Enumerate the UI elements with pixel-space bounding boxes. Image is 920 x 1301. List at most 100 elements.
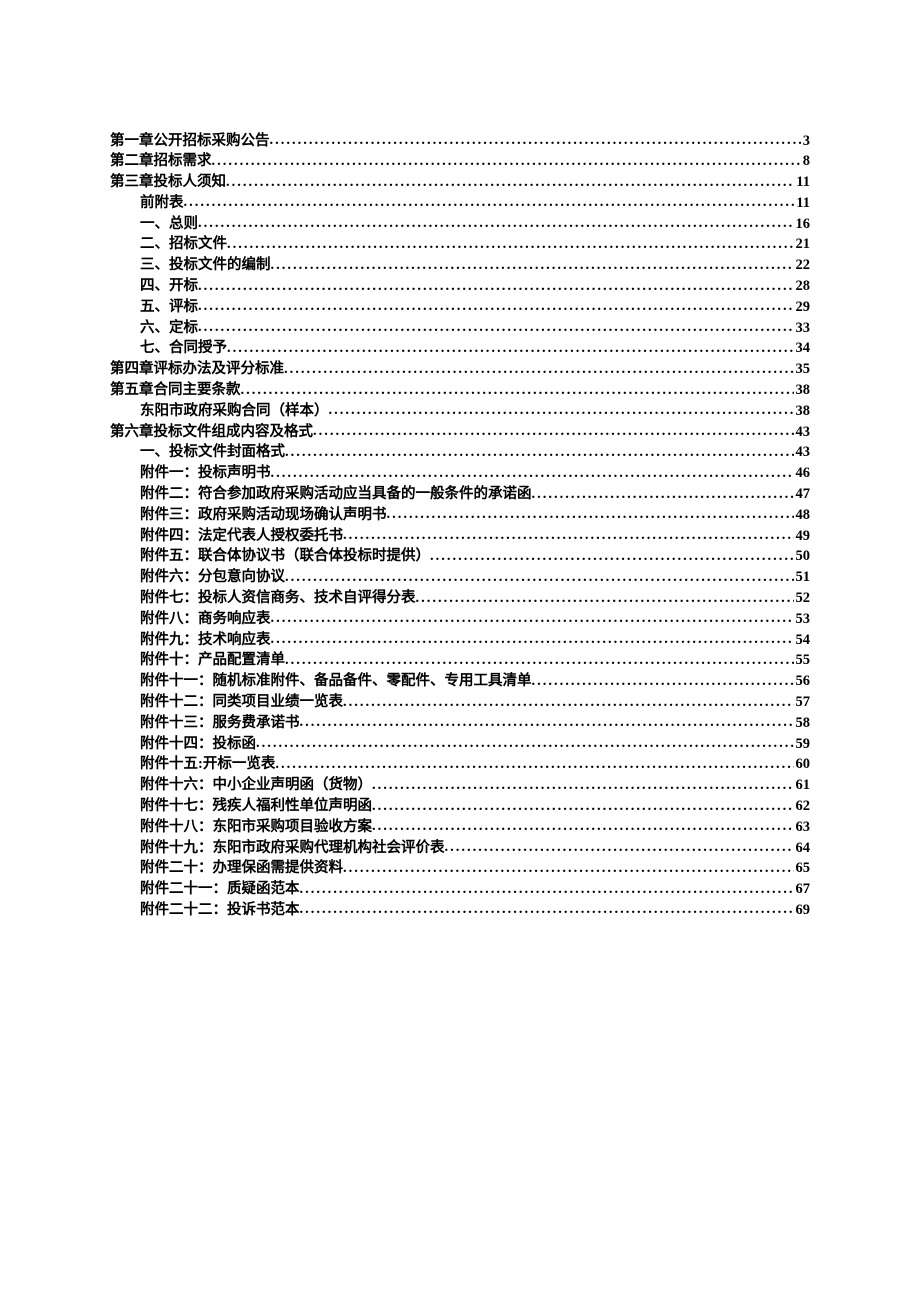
toc-entry-label: 五、评标 bbox=[140, 297, 198, 317]
toc-entry: 附件三：政府采购活动现场确认声明书48 bbox=[110, 504, 810, 525]
toc-leader-dots bbox=[300, 712, 794, 727]
toc-entry: 附件十：产品配置清单 55 bbox=[110, 650, 810, 671]
toc-entry-page: 43 bbox=[794, 422, 811, 442]
toc-entry: 七、合同授予34 bbox=[110, 338, 810, 359]
toc-entry: 附件二：符合参加政府采购活动应当具备的一般条件的承诺函47 bbox=[110, 484, 810, 505]
toc-entry-page: 29 bbox=[794, 297, 811, 317]
toc-entry: 附件一：投标声明书46 bbox=[110, 463, 810, 484]
toc-leader-dots bbox=[285, 650, 794, 665]
toc-entry-label: 附件十五:开标一览表 bbox=[140, 754, 275, 774]
toc-leader-dots bbox=[241, 380, 794, 395]
toc-entry-label: 第一章公开招标采购公告 bbox=[110, 131, 270, 151]
toc-entry-label: 四、开标 bbox=[140, 276, 198, 296]
toc-entry-page: 53 bbox=[794, 609, 811, 629]
toc-entry-page: 62 bbox=[794, 796, 811, 816]
toc-leader-dots bbox=[275, 754, 793, 769]
toc-entry: 附件十六：中小企业声明函（货物） 61 bbox=[110, 775, 810, 796]
toc-entry: 附件十二：同类项目业绩一览表 57 bbox=[110, 692, 810, 713]
toc-leader-dots bbox=[372, 775, 794, 790]
toc-entry-label: 附件二：符合参加政府采购活动应当具备的一般条件的承诺函 bbox=[140, 484, 532, 504]
toc-leader-dots bbox=[372, 816, 794, 831]
toc-leader-dots bbox=[430, 546, 794, 561]
toc-entry: 附件八：商务响应表 53 bbox=[110, 608, 810, 629]
toc-entry-page: 58 bbox=[794, 713, 811, 733]
toc-entry: 四、开标 28 bbox=[110, 276, 810, 297]
toc-entry-label: 附件四：法定代表人授权委托书 bbox=[140, 526, 343, 546]
toc-entry: 附件十四：投标函 59 bbox=[110, 733, 810, 754]
toc-leader-dots bbox=[284, 359, 794, 374]
toc-entry-label: 附件六：分包意向协议 bbox=[140, 567, 285, 587]
toc-entry-label: 三、投标文件的编制 bbox=[140, 255, 271, 275]
toc-leader-dots bbox=[227, 234, 794, 249]
toc-entry: 附件十八：东阳市采购项目验收方案63 bbox=[110, 816, 810, 837]
toc-entry-label: 第六章投标文件组成内容及格式 bbox=[110, 422, 313, 442]
toc-entry: 一、投标文件封面格式43 bbox=[110, 442, 810, 463]
toc-leader-dots bbox=[271, 608, 794, 623]
toc-leader-dots bbox=[532, 484, 794, 499]
toc-entry-page: 21 bbox=[794, 234, 811, 254]
toc-leader-dots bbox=[198, 213, 794, 228]
toc-entry: 第五章合同主要条款38 bbox=[110, 380, 810, 401]
toc-entry-page: 60 bbox=[794, 754, 811, 774]
toc-entry: 第三章投标人须知11 bbox=[110, 172, 810, 193]
toc-entry-label: 附件十：产品配置清单 bbox=[140, 650, 285, 670]
toc-entry-label: 第四章评标办法及评分标准 bbox=[110, 359, 284, 379]
toc-leader-dots bbox=[343, 525, 794, 540]
toc-entry: 附件二十一：质疑函范本67 bbox=[110, 879, 810, 900]
toc-leader-dots bbox=[285, 567, 794, 582]
toc-entry-page: 3 bbox=[801, 131, 810, 151]
toc-entry-page: 43 bbox=[794, 442, 811, 462]
toc-entry: 附件十七：残疾人福利性单位声明函62 bbox=[110, 796, 810, 817]
toc-entry: 附件十五:开标一览表 60 bbox=[110, 754, 810, 775]
toc-entry: 一、总则16 bbox=[110, 213, 810, 234]
toc-entry: 第二章招标需求8 bbox=[110, 151, 810, 172]
toc-entry-label: 附件九：技术响应表 bbox=[140, 630, 271, 650]
toc-entry-label: 附件十六：中小企业声明函（货物） bbox=[140, 775, 372, 795]
toc-entry-label: 附件十九：东阳市政府采购代理机构社会评价表 bbox=[140, 838, 445, 858]
toc-entry: 前附表11 bbox=[110, 192, 810, 213]
toc-entry-page: 57 bbox=[794, 692, 811, 712]
toc-entry-page: 49 bbox=[794, 526, 811, 546]
toc-entry: 附件九：技术响应表 54 bbox=[110, 629, 810, 650]
toc-entry: 第一章公开招标采购公告 3 bbox=[110, 130, 810, 151]
toc-entry-page: 55 bbox=[794, 650, 811, 670]
toc-entry-page: 33 bbox=[794, 318, 811, 338]
toc-entry-page: 34 bbox=[794, 338, 811, 358]
toc-entry: 六、定标33 bbox=[110, 317, 810, 338]
toc-entry-page: 52 bbox=[794, 588, 811, 608]
toc-entry-page: 51 bbox=[794, 567, 811, 587]
toc-entry-label: 附件十二：同类项目业绩一览表 bbox=[140, 692, 343, 712]
toc-leader-dots bbox=[227, 338, 794, 353]
toc-entry-label: 附件十三：服务费承诺书 bbox=[140, 713, 300, 733]
toc-leader-dots bbox=[226, 172, 794, 187]
toc-leader-dots bbox=[313, 421, 794, 436]
toc-leader-dots bbox=[271, 255, 794, 270]
toc-entry-label: 附件十八：东阳市采购项目验收方案 bbox=[140, 817, 372, 837]
toc-entry-label: 附件十四：投标函 bbox=[140, 734, 256, 754]
toc-entry-page: 11 bbox=[794, 172, 810, 192]
toc-leader-dots bbox=[445, 837, 794, 852]
toc-entry-label: 附件十一：随机标准附件、备品备件、零配件、专用工具清单 bbox=[140, 671, 532, 691]
toc-entry-label: 附件五：联合体协议书（联合体投标时提供） bbox=[140, 546, 430, 566]
toc-entry-page: 38 bbox=[794, 401, 811, 421]
toc-leader-dots bbox=[198, 317, 794, 332]
toc-entry-page: 28 bbox=[794, 276, 811, 296]
toc-leader-dots bbox=[329, 400, 794, 415]
toc-entry-page: 65 bbox=[794, 858, 811, 878]
toc-leader-dots bbox=[285, 442, 794, 457]
toc-entry-page: 54 bbox=[794, 630, 811, 650]
toc-entry-label: 附件八：商务响应表 bbox=[140, 609, 271, 629]
toc-entry-page: 59 bbox=[794, 734, 811, 754]
toc-entry-page: 35 bbox=[794, 359, 811, 379]
toc-entry-page: 69 bbox=[794, 900, 811, 920]
toc-leader-dots bbox=[300, 899, 794, 914]
toc-entry-page: 61 bbox=[794, 775, 811, 795]
toc-entry-page: 11 bbox=[794, 193, 810, 213]
toc-entry: 附件二十：办理保函需提供资料65 bbox=[110, 858, 810, 879]
toc-leader-dots bbox=[198, 276, 794, 291]
toc-entry-label: 二、招标文件 bbox=[140, 234, 227, 254]
toc-entry-label: 附件二十二：投诉书范本 bbox=[140, 900, 300, 920]
toc-entry-page: 67 bbox=[794, 879, 811, 899]
toc-leader-dots bbox=[416, 588, 794, 603]
toc-entry-label: 附件一：投标声明书 bbox=[140, 463, 271, 483]
